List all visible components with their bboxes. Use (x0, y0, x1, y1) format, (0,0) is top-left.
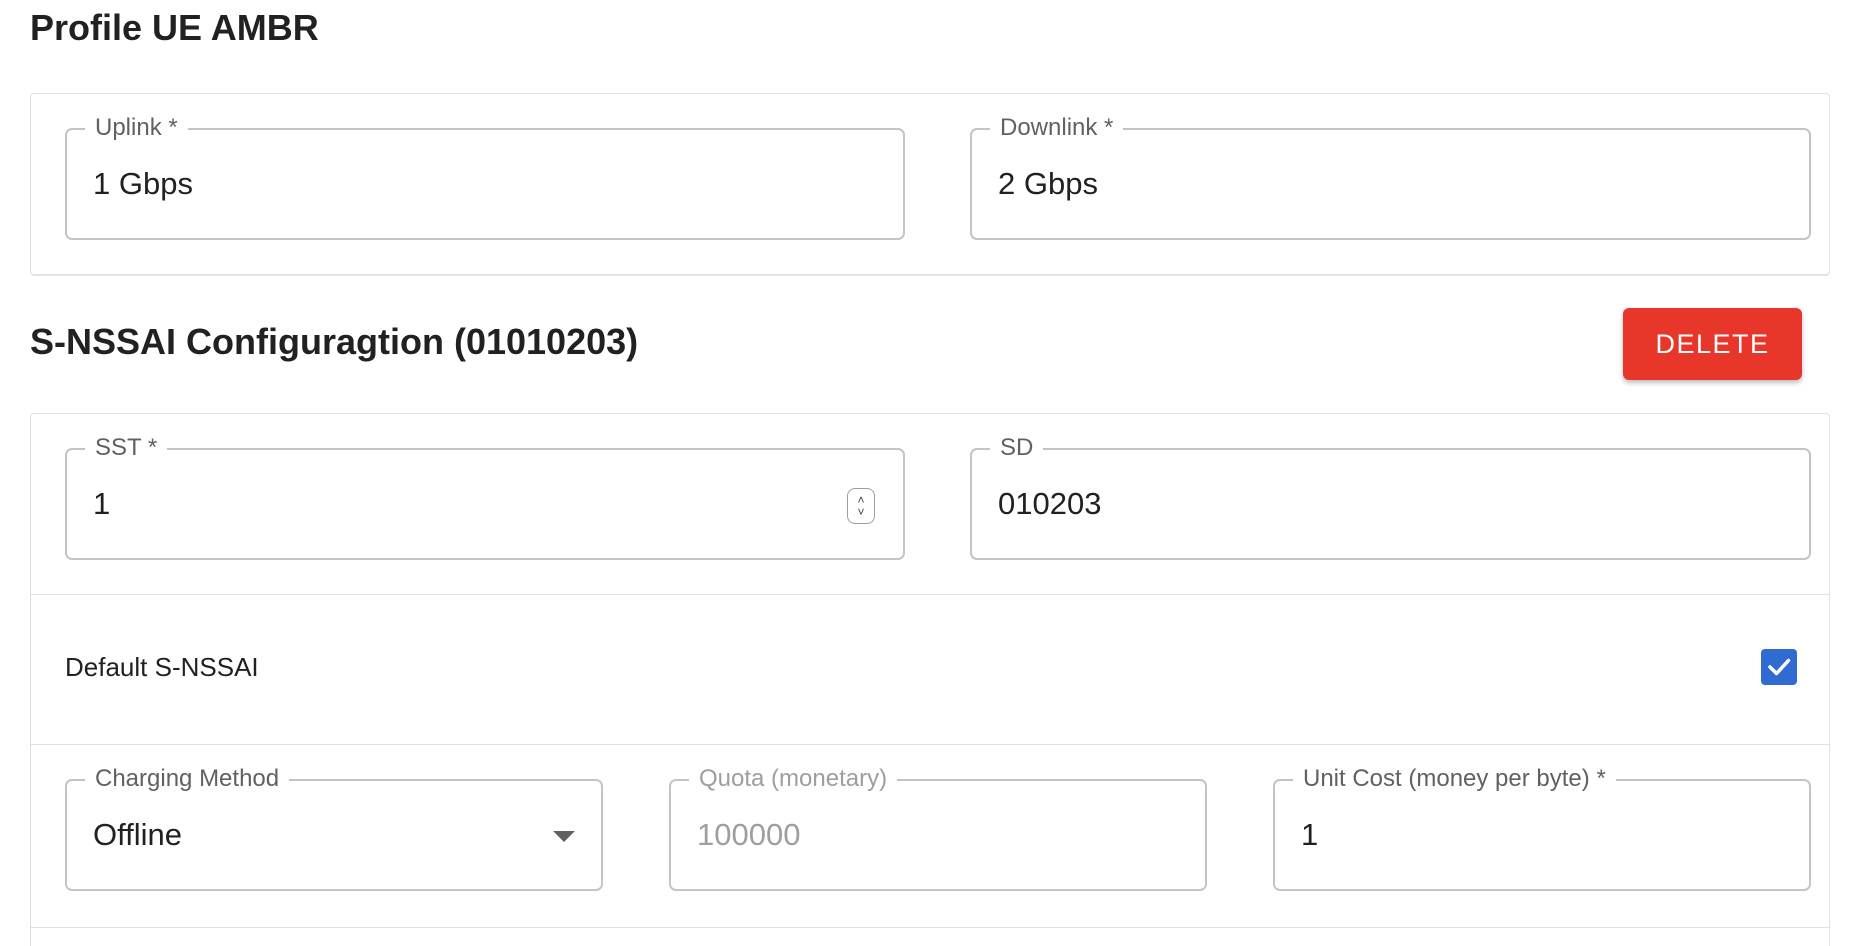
ambr-card: Uplink * 1 Gbps Downlink * 2 Gbps (30, 93, 1830, 275)
delete-button[interactable]: DELETE (1623, 308, 1802, 380)
sst-field[interactable]: SST * 1 ˄ ˅ (65, 434, 905, 560)
spin-arrows-icon[interactable]: ˄ ˅ (847, 488, 875, 524)
spin-down-icon[interactable]: ˅ (857, 506, 864, 518)
downlink-field[interactable]: Downlink * 2 Gbps (970, 114, 1811, 240)
snssai-section-title: S-NSSAI Configuragtion (01010203) (30, 321, 639, 362)
quota-label: Quota (monetary) (689, 765, 898, 793)
divider (31, 744, 1829, 745)
page: Profile UE AMBR Uplink * 1 Gbps Downlink… (0, 0, 1852, 946)
sd-label: SD (990, 434, 1044, 462)
sst-label: SST * (85, 434, 168, 462)
unit-cost-field[interactable]: Unit Cost (money per byte) * 1 (1273, 765, 1811, 891)
dropdown-caret-icon[interactable] (553, 831, 575, 842)
uplink-value[interactable]: 1 Gbps (93, 166, 193, 202)
snssai-card: SST * 1 ˄ ˅ SD 010203 Default S-NSSAI Ch… (30, 413, 1830, 946)
quota-field: Quota (monetary) 100000 (669, 765, 1207, 891)
sd-value[interactable]: 010203 (998, 486, 1101, 522)
default-snssai-checkbox[interactable] (1761, 649, 1797, 685)
sd-field[interactable]: SD 010203 (970, 434, 1811, 560)
divider (31, 594, 1829, 595)
sst-value[interactable]: 1 (93, 486, 110, 522)
charging-method-label: Charging Method (85, 765, 290, 793)
unit-cost-value[interactable]: 1 (1301, 817, 1318, 853)
charging-method-select[interactable]: Charging Method Offline (65, 765, 603, 891)
uplink-field[interactable]: Uplink * 1 Gbps (65, 114, 905, 240)
default-snssai-label: Default S-NSSAI (65, 652, 259, 682)
quota-value: 100000 (697, 817, 801, 852)
downlink-value[interactable]: 2 Gbps (998, 166, 1098, 202)
downlink-label: Downlink * (990, 114, 1124, 142)
unit-cost-label: Unit Cost (money per byte) * (1293, 765, 1616, 793)
divider (31, 927, 1829, 928)
checkmark-icon (1768, 658, 1791, 676)
uplink-label: Uplink * (85, 114, 188, 142)
ambr-section-title: Profile UE AMBR (30, 7, 319, 48)
charging-method-value[interactable]: Offline (93, 817, 182, 853)
